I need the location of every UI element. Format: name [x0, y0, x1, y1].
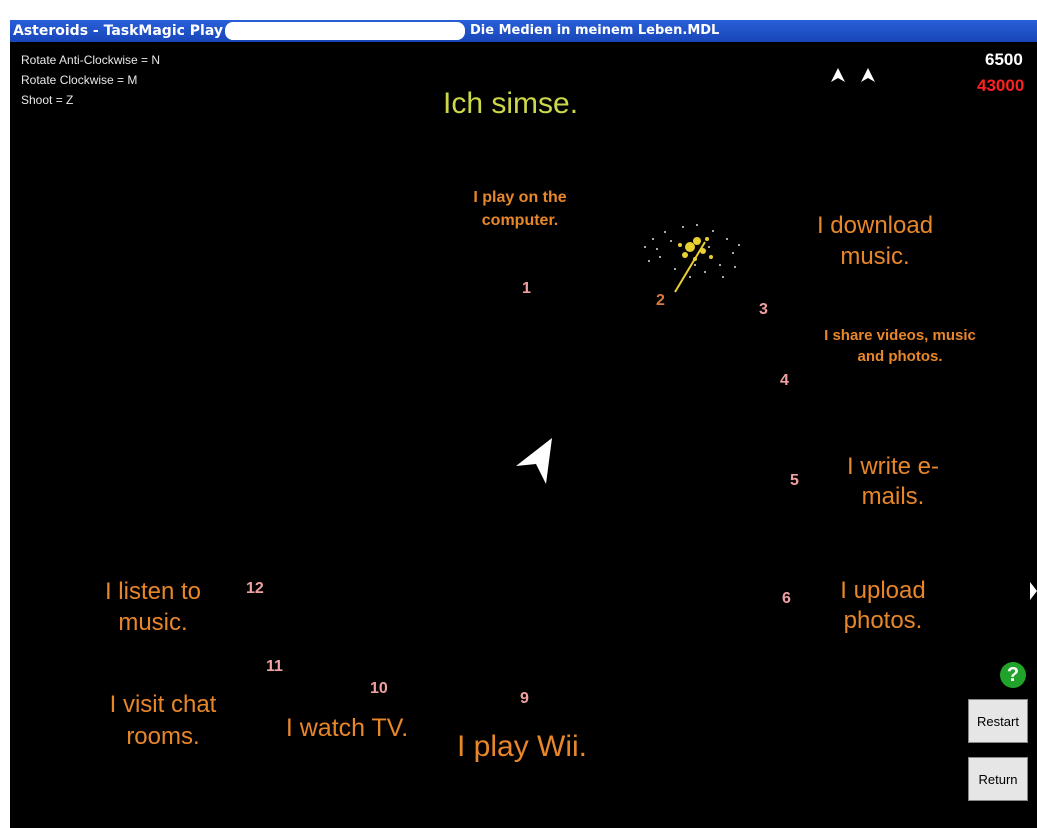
help-icon[interactable]: ? [1000, 662, 1026, 688]
answer-share-videos: I share videos, music and photos. [824, 327, 976, 365]
control-anticlockwise: Rotate Anti-Clockwise = N [21, 53, 161, 67]
asteroid-number-3: 3 [759, 301, 768, 318]
answer-play-wii: I play Wii. [456, 730, 588, 763]
asteroid-number-4: 4 [780, 372, 789, 389]
asteroid-number-12: 12 [246, 580, 264, 597]
player-ship-icon [516, 438, 552, 484]
explosion-icon [644, 224, 740, 293]
answer-listen-music: I listen to music. [104, 578, 202, 636]
title-redaction [225, 22, 465, 40]
answer-write-emails: I write e-mails. [846, 453, 939, 510]
asteroid-number-10: 10 [370, 680, 388, 697]
answer-upload-photos: I upload photos. [840, 577, 926, 634]
answer-computer: I play on the computer. [473, 189, 567, 229]
prompt-text: Ich simse. [443, 87, 579, 120]
restart-button[interactable]: Restart [968, 699, 1028, 743]
life-ship-icon [861, 68, 875, 82]
lives-ships-icon [831, 68, 875, 82]
asteroid-number-6: 6 [782, 590, 791, 607]
file-title: Die Medien in meinem Leben.MDL [470, 23, 720, 38]
life-ship-icon [831, 68, 845, 82]
offscreen-ship-icon [1030, 582, 1037, 600]
asteroid-number-11: 11 [266, 658, 283, 675]
answer-watch-tv: I watch TV. [285, 714, 409, 742]
answer-download-music: I download music. [816, 212, 934, 270]
high-score: 43000 [977, 76, 1025, 95]
control-shoot: Shoot = Z [21, 93, 74, 107]
asteroid-number-9: 9 [520, 690, 529, 707]
answer-chat-rooms: I visit chat rooms. [109, 691, 217, 750]
return-button[interactable]: Return [968, 757, 1028, 801]
window-titlebar: Asteroids - TaskMagic Play Die Medien in… [10, 20, 1037, 42]
control-clockwise: Rotate Clockwise = M [21, 73, 138, 87]
asteroid-number-1: 1 [522, 280, 531, 297]
score: 6500 [985, 50, 1023, 69]
game-stage[interactable]: Rotate Anti-Clockwise = N Rotate Clockwi… [10, 42, 1037, 828]
asteroid-number-5: 5 [790, 472, 799, 489]
asteroid-number-2: 2 [656, 292, 665, 309]
app-title: Asteroids - TaskMagic Play [13, 23, 223, 39]
